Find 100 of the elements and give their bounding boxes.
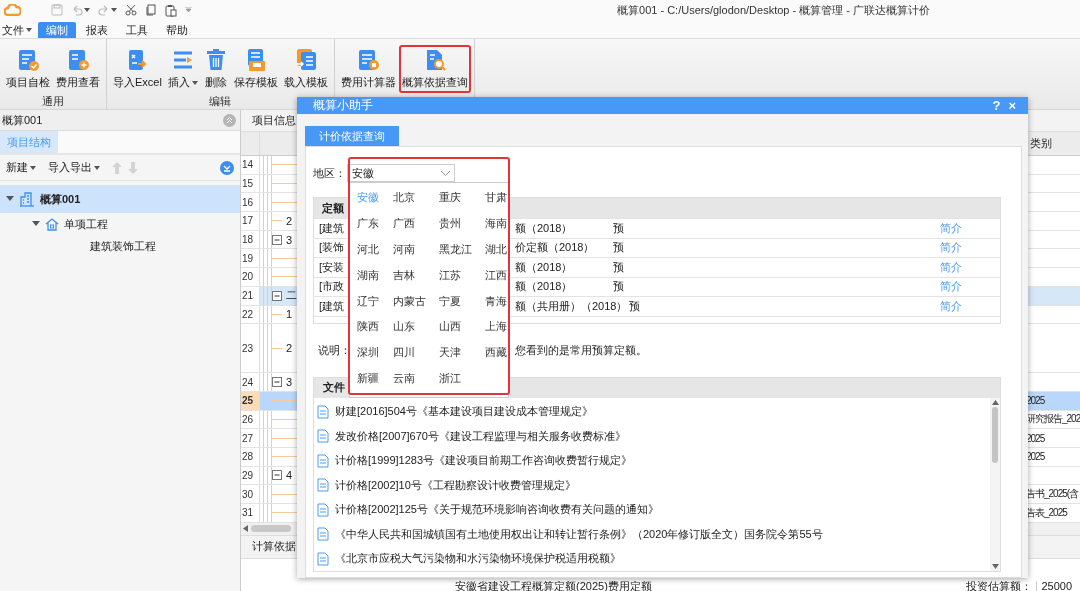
region-option[interactable]: 河南: [393, 236, 439, 263]
table-cell: 预: [613, 260, 624, 273]
toolbar-button[interactable]: 删除: [200, 45, 231, 93]
menu-tab[interactable]: 帮助: [158, 22, 196, 38]
collapse-icon[interactable]: [272, 377, 282, 388]
collapse-icon[interactable]: [272, 234, 282, 245]
toolbar-button[interactable]: 导入Excel: [110, 45, 165, 93]
table-cell: [建筑: [319, 221, 345, 234]
scrollbar[interactable]: [990, 397, 1000, 571]
table-cell: 预: [613, 221, 624, 234]
group-label: 通用: [42, 94, 64, 109]
table-cell: 1: [286, 308, 293, 321]
toolbar-button[interactable]: 费用计算器: [337, 45, 399, 93]
toolbar-button[interactable]: 载入模板: [280, 45, 331, 93]
file-item[interactable]: 计价格[2002]10号《工程勘察设计收费管理规定》: [314, 473, 990, 498]
row-number: 30: [241, 485, 260, 503]
region-dropdown[interactable]: 安徽: [347, 164, 455, 182]
copy-icon[interactable]: [145, 4, 157, 16]
building-icon: [19, 191, 35, 207]
scroll-thumb[interactable]: [992, 406, 998, 463]
undo-icon[interactable]: [71, 4, 83, 16]
redo-icon[interactable]: [98, 4, 110, 16]
grid-tab[interactable]: 项目信息: [252, 113, 296, 128]
region-option[interactable]: 辽宁: [357, 288, 393, 314]
region-option[interactable]: 陕西: [357, 314, 393, 340]
table-cell: [建筑: [319, 299, 345, 312]
toolbar-button[interactable]: 费用查看: [53, 45, 103, 93]
document-icon: [317, 527, 329, 542]
calculator-icon: [356, 48, 381, 72]
collapse-icon[interactable]: [220, 160, 234, 175]
tree-item[interactable]: 概算001: [0, 185, 240, 213]
region-option[interactable]: 四川: [393, 339, 439, 366]
table-cell: 3: [286, 233, 293, 246]
row-number: 27: [241, 429, 260, 447]
file-item[interactable]: 财建[2016]504号《基本建设项目建设成本管理规定》: [314, 399, 990, 424]
scroll-thumb[interactable]: [251, 525, 291, 533]
panel-title: 概算001: [2, 112, 43, 128]
region-option[interactable]: 山东: [393, 314, 439, 340]
toolbar-button[interactable]: 概算依据查询: [398, 45, 471, 93]
region-option[interactable]: 吉林: [393, 262, 439, 289]
caret-icon: [111, 8, 117, 12]
region-option[interactable]: 内蒙古: [393, 288, 439, 314]
toolbar-button[interactable]: 插入: [164, 45, 201, 93]
row-number: 20: [241, 268, 260, 286]
toolbar-button[interactable]: 保存模板: [230, 45, 281, 93]
region-option[interactable]: 江西: [485, 262, 515, 289]
tree-item[interactable]: 建筑装饰工程: [0, 235, 240, 257]
region-option[interactable]: 湖北: [485, 236, 515, 263]
document-icon: [317, 502, 329, 517]
file-item[interactable]: 《中华人民共和国城镇国有土地使用权出让和转让暂行条例》（2020年修订版全文）国务院令第55号: [314, 522, 990, 547]
tree-item[interactable]: 单项工程: [0, 213, 240, 235]
region-option[interactable]: 湖南: [357, 262, 393, 289]
row-number: 17: [241, 212, 260, 230]
scroll-down-icon[interactable]: [991, 564, 999, 569]
menu-tab[interactable]: 工具: [118, 22, 156, 38]
scroll-left-icon[interactable]: [243, 525, 248, 533]
menu-tab[interactable]: 文件: [2, 22, 36, 38]
collapse-icon[interactable]: [272, 470, 282, 481]
cut-icon[interactable]: [125, 4, 137, 16]
region-option[interactable]: 天津: [439, 339, 485, 366]
caret-icon: [191, 80, 198, 85]
file-item[interactable]: 发改价格[2007]670号《建设工程监理与相关服务收费标准》: [314, 424, 990, 449]
group-label: 编辑: [209, 94, 232, 109]
toolbar-button[interactable]: 项目自检: [3, 45, 53, 93]
field-label: 投资估算额：: [965, 581, 1034, 591]
table-cell: 2: [286, 214, 293, 227]
region-option[interactable]: 河北: [357, 236, 393, 263]
row-number: 24: [241, 373, 260, 391]
region-option[interactable]: 西藏: [485, 339, 515, 366]
file-item[interactable]: 《北京市应税大气污染物和水污染物环境保护税适用税额》: [314, 546, 990, 571]
dropdown-button[interactable]: 导入导出: [48, 160, 100, 175]
file-item[interactable]: 计价格[2002]125号《关于规范环境影响咨询收费有关问题的通知》: [314, 497, 990, 522]
menu-tab[interactable]: 报表: [78, 22, 116, 38]
note-text: 您看到的是常用预算定额。: [515, 343, 647, 358]
dropdown-icon[interactable]: [185, 7, 192, 13]
collapse-icon[interactable]: [223, 113, 236, 127]
region-option[interactable]: 青海: [485, 288, 515, 314]
table-cell: 预: [613, 280, 624, 293]
table-cell: 预: [613, 241, 624, 254]
row-number: 23: [241, 324, 260, 373]
table-cell-text: 额（2018）: [515, 259, 574, 275]
logo-icon: [4, 4, 21, 16]
collapse-icon[interactable]: [272, 290, 282, 301]
region-option[interactable]: 上海: [485, 314, 515, 340]
region-option[interactable]: 深圳: [357, 339, 393, 366]
document-icon: [317, 478, 329, 493]
expand-caret-icon: [6, 196, 14, 202]
paste-icon[interactable]: [165, 3, 177, 17]
table-cell-text: 额（共用册）（2018）: [515, 298, 629, 314]
document-icon: [66, 48, 90, 72]
table-cell: [安装: [319, 260, 345, 273]
file-item[interactable]: 计价格[1999]1283号《建设项目前期工作咨询收费暂行规定》: [314, 448, 990, 473]
region-option[interactable]: 山西: [439, 314, 485, 340]
dropdown-button[interactable]: 新建: [6, 160, 36, 175]
caret-icon: [30, 165, 36, 170]
region-option[interactable]: 黑龙江: [439, 236, 485, 263]
region-option[interactable]: 宁夏: [439, 288, 485, 314]
table-cell-text: 额（2018）: [515, 220, 574, 236]
region-option[interactable]: 江苏: [439, 262, 485, 289]
grid-tab[interactable]: 计算依据: [252, 539, 296, 555]
